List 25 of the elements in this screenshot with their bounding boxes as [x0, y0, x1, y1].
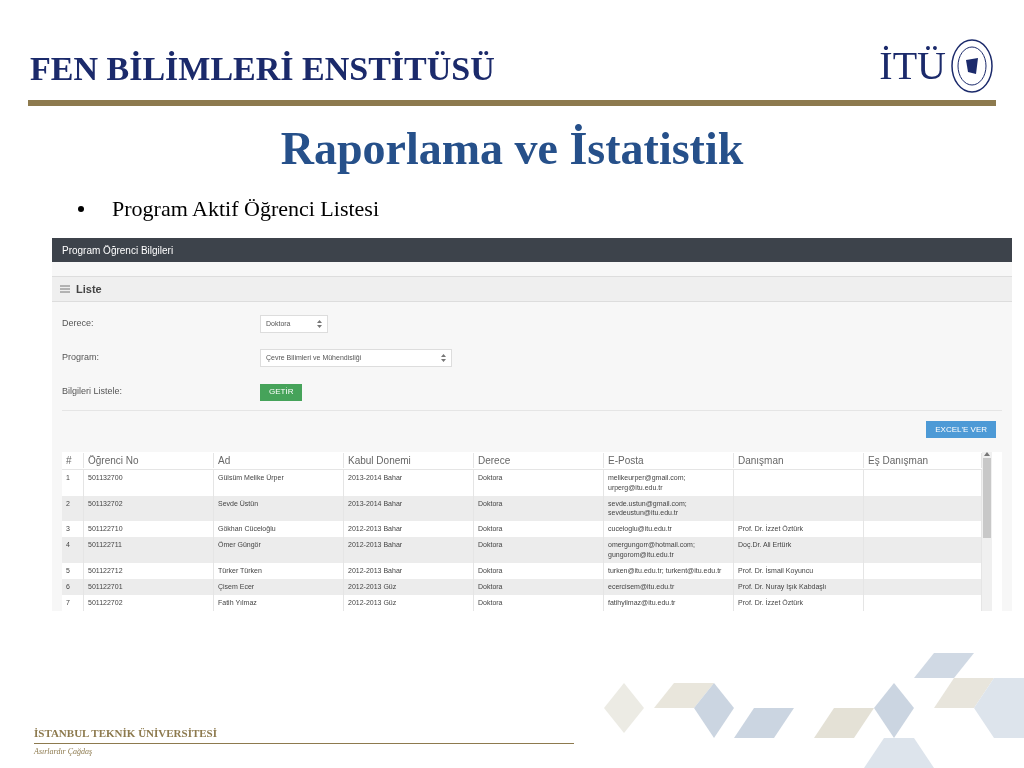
- scroll-up-icon: [984, 452, 990, 456]
- app-title: Program Öğrenci Bilgileri: [62, 243, 174, 258]
- column-header: Danışman: [734, 453, 864, 468]
- header-title: FEN BİLİMLERİ ENSTİTÜSÜ: [30, 52, 495, 89]
- bullet-icon: [78, 206, 84, 212]
- field-label: Derece:: [62, 317, 95, 331]
- column-header: Öğrenci No: [84, 453, 214, 468]
- column-header: E-Posta: [604, 453, 734, 468]
- field-label: Program:: [62, 351, 100, 365]
- footer-university: İSTANBUL TEKNİK ÜNİVERSİTESİ: [34, 724, 574, 744]
- footer-motto: Asırlardır Çağdaş: [34, 746, 94, 758]
- seal-icon: [950, 38, 994, 94]
- column-header: Derece: [474, 453, 604, 468]
- panel-title: Liste: [76, 281, 102, 297]
- column-header: #: [62, 453, 84, 468]
- logo-text: İTÜ: [879, 46, 946, 86]
- column-header: Ad: [214, 453, 344, 468]
- scrollbar[interactable]: [982, 452, 992, 611]
- column-header: Kabul Donemi: [344, 453, 474, 468]
- sort-caret-icon: [317, 320, 322, 328]
- slide-title: Raporlama ve İstatistik: [279, 126, 745, 172]
- field-label: Bilgileri Listele:: [62, 385, 124, 399]
- menu-icon: [60, 285, 70, 293]
- sort-caret-icon: [441, 354, 446, 362]
- bullet-text: Program Aktif Öğrenci Listesi: [112, 198, 379, 220]
